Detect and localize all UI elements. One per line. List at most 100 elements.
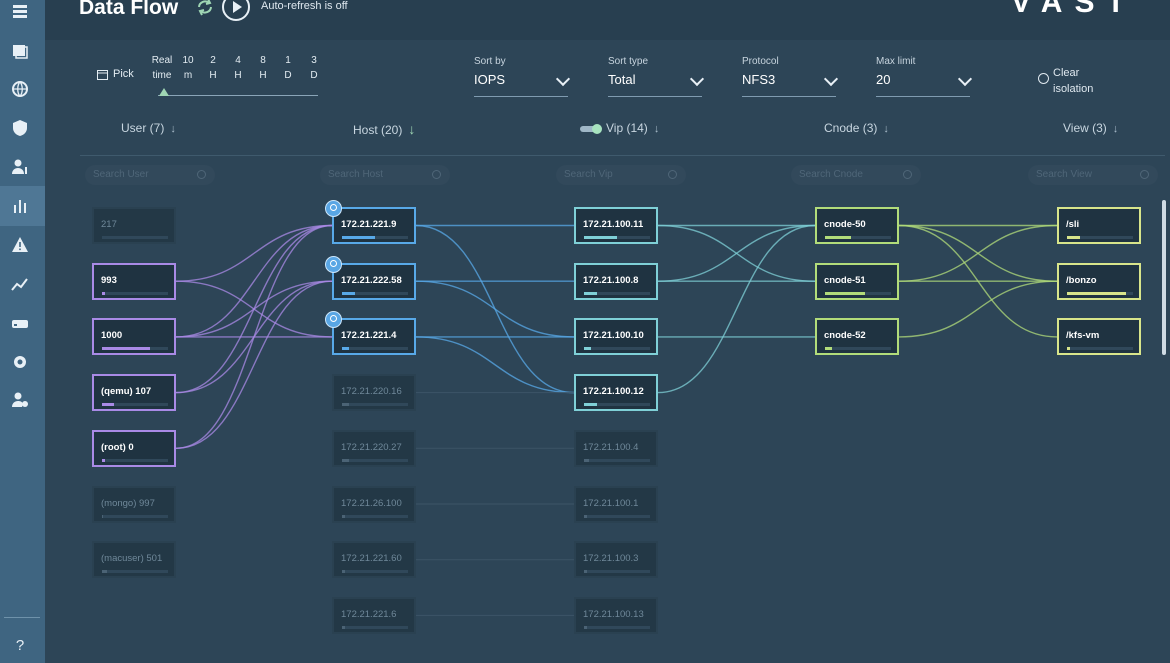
load-bar [342,625,408,629]
host-node[interactable]: 172.21.221.4 [325,311,416,356]
load-bar [342,291,408,295]
isolate-icon[interactable] [325,255,342,273]
cnode-node[interactable]: cnode-50 [815,207,899,244]
settings-icon[interactable] [10,352,30,372]
load-bar [102,347,168,351]
vip-node[interactable]: 172.21.100.12 [574,374,658,412]
host-node[interactable]: 172.21.220.27 [332,429,416,467]
user-node[interactable]: (root) 0 [92,429,176,467]
user-node[interactable]: (qemu) 107 [92,374,176,412]
host-node[interactable]: 172.21.221.9 [325,200,416,244]
flow-link [898,280,1058,338]
users-icon[interactable] [10,157,30,177]
sidebar-divider [4,617,40,618]
host-node[interactable]: 172.21.220.16 [332,374,416,412]
load-bar [584,347,650,351]
flow-link [898,224,1058,282]
vip-node-label: 172.21.100.3 [583,553,639,565]
user-node-label: 1000 [101,330,123,342]
view-node-label: /sli [1066,219,1080,230]
user-node-label: (mongo) 997 [101,497,155,509]
user-node[interactable]: 1000 [92,318,176,356]
vip-node-label: 172.21.100.4 [583,441,639,453]
shield-icon[interactable] [10,118,30,138]
main-area: Data Flow Auto-refresh is off VAST Pick … [45,0,1170,663]
host-node[interactable]: 172.21.221.60 [332,541,416,579]
host-node-label: 172.21.220.16 [341,386,402,398]
server-icon[interactable] [10,313,30,333]
load-bar [342,347,408,351]
user-node[interactable]: 993 [92,262,176,300]
flow-link [175,280,333,449]
cnode-node[interactable]: cnode-51 [815,262,899,300]
host-node[interactable]: 172.21.222.58 [325,255,416,300]
globe-icon[interactable] [10,79,30,99]
load-bar [584,236,650,239]
isolate-icon[interactable] [325,200,342,217]
dashboard-icon[interactable] [10,2,30,22]
vip-node-label: 172.21.100.11 [583,219,644,230]
vip-node[interactable]: 172.21.100.3 [574,541,658,579]
folder-icon[interactable] [10,41,30,61]
load-bar [584,570,650,574]
flow-link [175,224,333,394]
cnode-node-label: cnode-51 [824,274,866,286]
vip-node[interactable]: 172.21.100.4 [574,429,658,467]
load-bar [584,458,650,462]
vip-node-label: 172.21.100.8 [583,274,639,286]
host-node[interactable]: 172.21.26.100 [332,485,416,523]
load-bar [342,514,408,518]
user-node-label: 993 [101,274,117,286]
load-bar [102,403,168,407]
load-bar [102,514,168,518]
trend-icon[interactable] [10,274,30,294]
load-bar [342,403,408,407]
host-node-label: 172.21.221.9 [341,219,397,230]
sidebar: ? [0,0,45,663]
flow-link [415,280,575,338]
host-node[interactable]: 172.21.221.6 [332,596,416,634]
flow-link [657,224,816,282]
vip-node[interactable]: 172.21.100.13 [574,596,658,634]
scrollbar[interactable] [1162,200,1166,355]
view-node[interactable]: /bonzo [1057,262,1141,300]
vip-node-label: 172.21.100.12 [583,386,644,398]
host-node-label: 172.21.26.100 [341,497,402,509]
view-node[interactable]: /kfs-vm [1057,318,1141,356]
load-bar [102,570,168,574]
help-icon[interactable]: ? [10,635,30,655]
host-node-label: 172.21.220.27 [341,441,402,453]
host-node-label: 172.21.221.6 [341,608,397,620]
user-node-label: (root) 0 [101,441,134,453]
analytics-icon[interactable] [10,196,30,216]
vip-node-label: 172.21.100.1 [583,497,639,509]
load-bar [342,236,408,239]
load-bar [825,347,891,351]
cnode-node[interactable]: cnode-52 [815,318,899,356]
view-node[interactable]: /sli [1057,207,1141,244]
user-node[interactable]: 217 [92,207,176,244]
user-settings-icon[interactable] [10,390,30,410]
load-bar [342,570,408,574]
load-bar [102,458,168,462]
user-node[interactable]: (mongo) 997 [92,485,176,523]
view-node-label: /kfs-vm [1066,330,1100,342]
cnode-node-label: cnode-52 [824,330,866,342]
host-node-label: 172.21.221.60 [341,553,402,565]
user-node[interactable]: (macuser) 501 [92,541,176,579]
isolate-icon[interactable] [325,311,342,329]
alert-icon[interactable] [10,235,30,255]
vip-node-label: 172.21.100.10 [583,330,644,342]
vip-node[interactable]: 172.21.100.10 [574,318,658,356]
load-bar [825,236,891,239]
load-bar [102,291,168,295]
vip-node[interactable]: 172.21.100.8 [574,262,658,300]
load-bar [584,625,650,629]
vip-node-label: 172.21.100.13 [583,608,644,620]
vip-node[interactable]: 172.21.100.1 [574,485,658,523]
load-bar [584,514,650,518]
load-bar [1067,236,1133,239]
vip-node[interactable]: 172.21.100.11 [574,207,658,244]
flow-link [415,336,575,394]
load-bar [102,236,168,239]
